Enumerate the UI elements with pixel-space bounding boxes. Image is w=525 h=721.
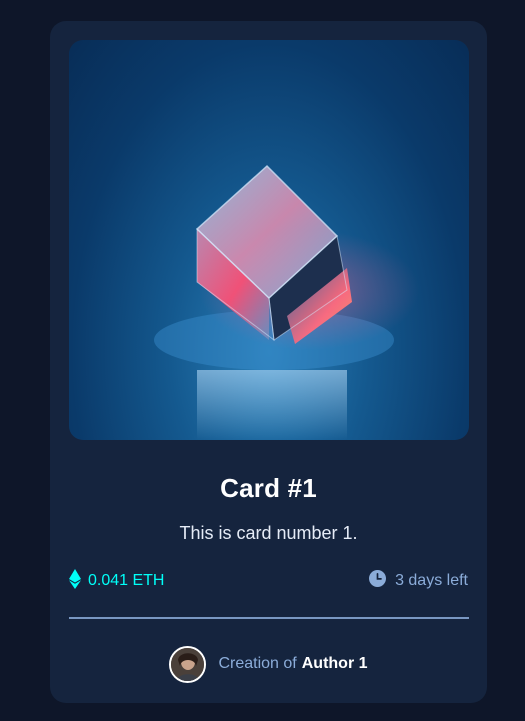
divider [69,617,469,619]
nft-image[interactable] [69,40,469,440]
card-description: This is card number 1. [179,523,358,543]
price-info: 0.041 ETH [69,568,165,594]
price-value: 0.041 ETH [88,572,165,589]
ethereum-icon [69,568,81,594]
card-title[interactable]: Card #1 [50,473,487,504]
clock-icon [369,570,387,592]
time-left: 3 days left [395,572,468,589]
author-prefix: Creation of [218,655,297,672]
nft-card: Card #1 This is card number 1. 0.041 ETH… [50,21,487,703]
time-info: 3 days left [369,570,468,592]
glass-cube-image [154,164,419,440]
author-line: Creation of Author 1 [50,643,487,685]
author-name[interactable]: Author 1 [302,655,368,673]
page: Card #1 This is card number 1. 0.041 ETH… [0,0,525,721]
author-avatar [169,645,207,683]
